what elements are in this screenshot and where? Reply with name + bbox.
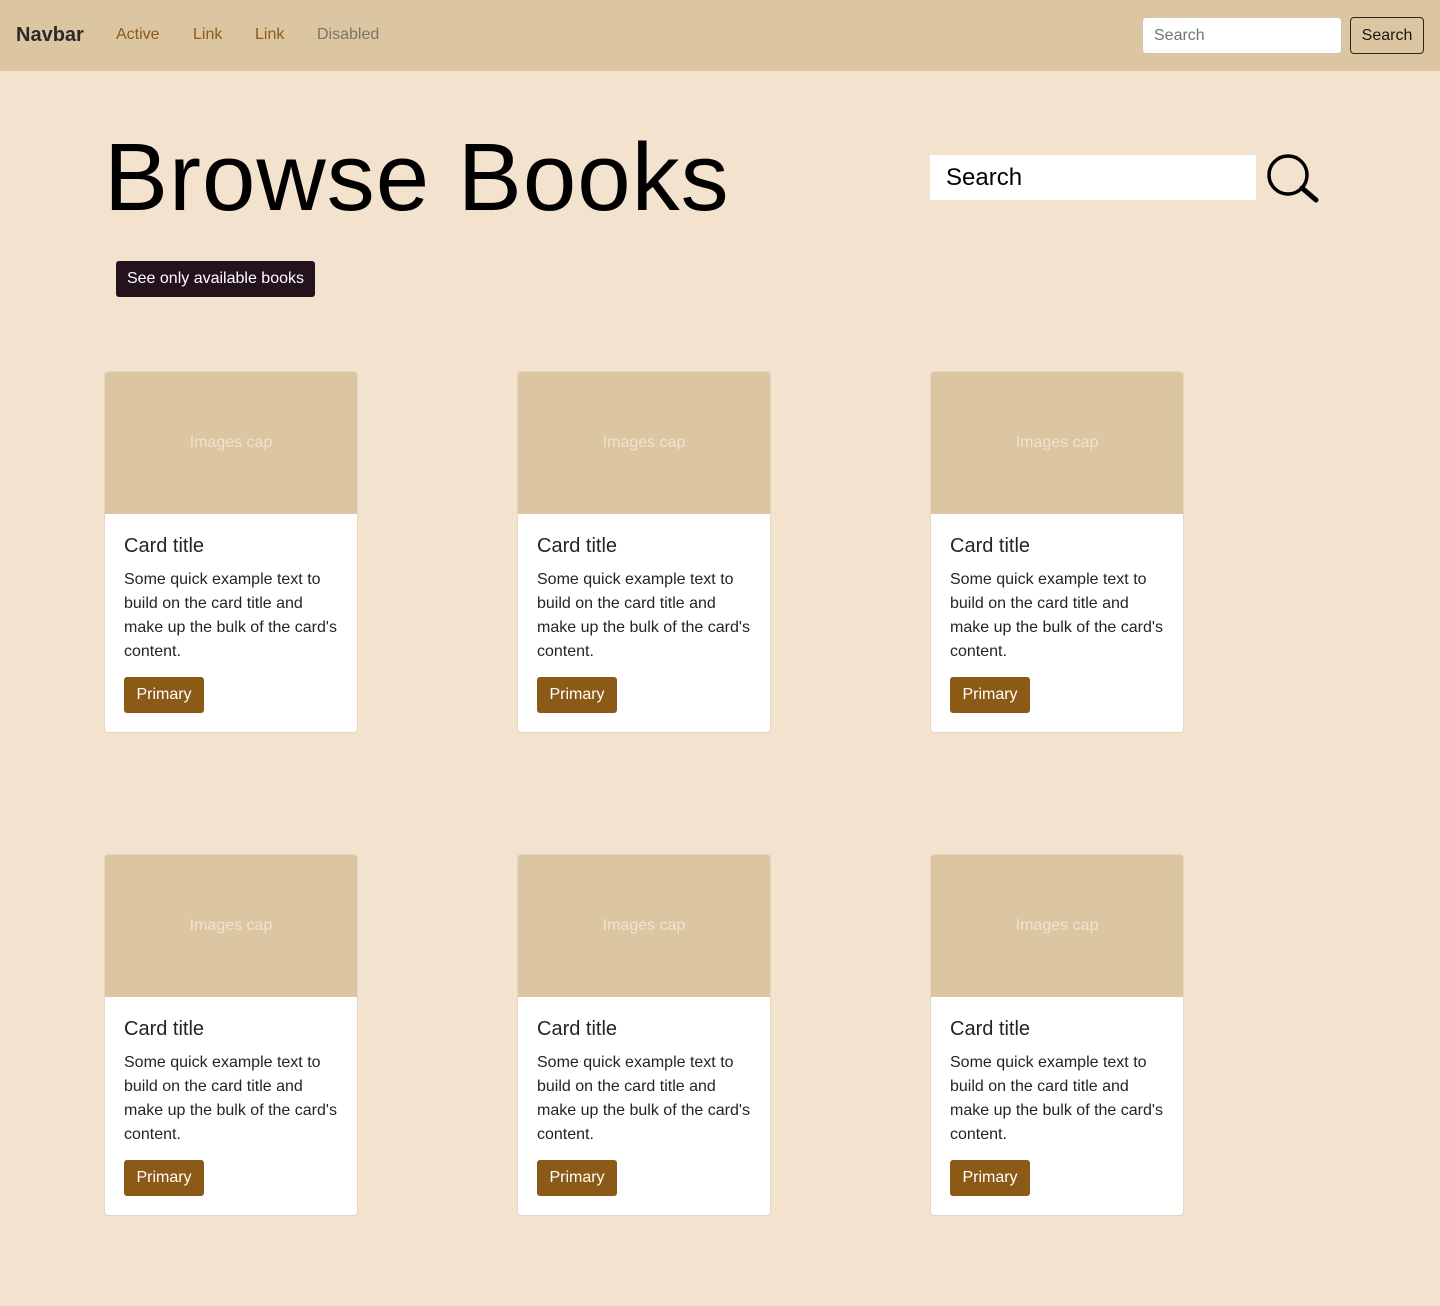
card-title: Card title [537,535,618,557]
card-image-caption: Images cap [189,434,273,451]
card-text: Some quick example text to build on the … [537,571,750,660]
card-text: Some quick example text to build on the … [537,1054,750,1143]
card-image-placeholder: Images cap [931,372,1183,514]
card-image-caption: Images cap [1015,434,1099,451]
book-card: Images cap Card title Some quick example… [104,371,358,733]
card-primary-button[interactable]: Primary [537,677,617,713]
book-search-input[interactable] [930,155,1256,200]
card-primary-button[interactable]: Primary [950,677,1030,713]
card-image-placeholder: Images cap [105,855,357,997]
page-title: Browse Books [104,124,730,231]
card-title: Card title [124,535,205,557]
card-body: Card title Some quick example text to bu… [518,997,770,1215]
card-image-caption: Images cap [602,917,686,934]
nav-link[interactable]: Link [193,25,222,45]
book-card: Images cap Card title Some quick example… [930,854,1184,1216]
card-title: Card title [950,535,1031,557]
book-card: Images cap Card title Some quick example… [104,854,358,1216]
card-primary-button[interactable]: Primary [537,1160,617,1196]
card-image-placeholder: Images cap [105,372,357,514]
card-image-caption: Images cap [1015,917,1099,934]
navbar-brand[interactable]: Navbar [16,23,84,47]
card-text: Some quick example text to build on the … [950,1054,1163,1143]
book-card: Images cap Card title Some quick example… [930,371,1184,733]
card-body: Card title Some quick example text to bu… [105,514,357,732]
card-text: Some quick example text to build on the … [124,571,337,660]
card-image-placeholder: Images cap [518,372,770,514]
card-text: Some quick example text to build on the … [124,1054,337,1143]
card-body: Card title Some quick example text to bu… [518,514,770,732]
card-text: Some quick example text to build on the … [950,571,1163,660]
book-card: Images cap Card title Some quick example… [517,371,771,733]
search-icon[interactable] [1266,153,1320,203]
book-card: Images cap Card title Some quick example… [517,854,771,1216]
card-title: Card title [124,1018,205,1040]
card-title: Card title [537,1018,618,1040]
available-books-filter-button[interactable]: See only available books [116,261,315,297]
card-body: Card title Some quick example text to bu… [105,997,357,1215]
nav-link[interactable]: Link [255,25,284,45]
card-primary-button[interactable]: Primary [124,677,204,713]
navbar-search-input[interactable] [1142,17,1342,54]
card-title: Card title [950,1018,1031,1040]
card-primary-button[interactable]: Primary [124,1160,204,1196]
navbar-search-button[interactable]: Search [1350,17,1424,54]
card-primary-button[interactable]: Primary [950,1160,1030,1196]
nav-link-active[interactable]: Active [116,25,160,45]
card-image-caption: Images cap [189,917,273,934]
card-body: Card title Some quick example text to bu… [931,997,1183,1215]
card-image-placeholder: Images cap [931,855,1183,997]
card-image-caption: Images cap [602,434,686,451]
card-body: Card title Some quick example text to bu… [931,514,1183,732]
navbar: Navbar Active Link Link Disabled Search [0,0,1440,71]
card-image-placeholder: Images cap [518,855,770,997]
nav-link-disabled: Disabled [317,26,380,43]
